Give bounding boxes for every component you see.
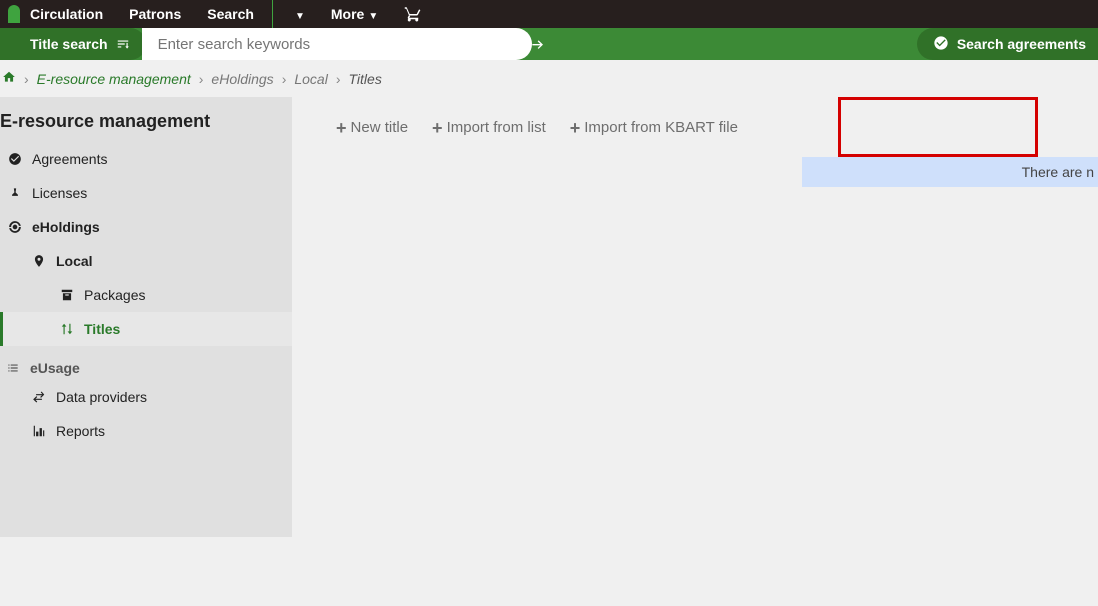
breadcrumb-separator: › <box>24 71 29 87</box>
breadcrumb-separator: › <box>199 71 204 87</box>
sidebar: E-resource management Agreements License… <box>0 97 292 537</box>
search-input[interactable] <box>158 36 517 53</box>
nav-circulation[interactable]: Circulation <box>30 6 103 22</box>
nav-divider <box>272 0 273 28</box>
top-nav: Circulation Patrons Search <box>30 6 254 22</box>
breadcrumb: › E-resource management › eHoldings › Lo… <box>0 60 1098 97</box>
sidebar-item-label: Titles <box>84 321 120 337</box>
sidebar-item-packages[interactable]: Packages <box>0 278 292 312</box>
breadcrumb-erm[interactable]: E-resource management <box>37 71 191 87</box>
cart-icon[interactable] <box>404 5 422 23</box>
sidebar-item-local[interactable]: Local <box>0 244 292 278</box>
sort-icon <box>60 322 74 336</box>
search-type-selector[interactable]: Title search <box>0 28 146 60</box>
sidebar-item-licenses[interactable]: Licenses <box>0 176 292 210</box>
sidebar-item-data-providers[interactable]: Data providers <box>0 380 292 414</box>
content-row: E-resource management Agreements License… <box>0 97 1098 537</box>
import-from-kbart-button[interactable]: + Import from KBART file <box>570 119 738 136</box>
button-label: New title <box>351 119 409 136</box>
sidebar-group-eusage: eUsage <box>0 346 292 380</box>
sidebar-item-label: Data providers <box>56 389 147 405</box>
logo-icon[interactable] <box>8 5 20 23</box>
breadcrumb-separator: › <box>336 71 341 87</box>
nav-dropdown-caret[interactable]: ▼ <box>291 6 305 22</box>
button-label: Import from KBART file <box>584 119 738 136</box>
location-icon <box>32 254 46 268</box>
search-bar: Title search Search agreements <box>0 28 1098 60</box>
sidebar-group-label: eUsage <box>30 360 80 376</box>
breadcrumb-eholdings[interactable]: eHoldings <box>211 71 273 87</box>
search-type-label: Title search <box>30 36 108 52</box>
sidebar-item-eholdings[interactable]: eHoldings <box>0 210 292 244</box>
sidebar-item-agreements[interactable]: Agreements <box>0 142 292 176</box>
target-icon <box>8 220 22 234</box>
list-icon <box>6 361 20 375</box>
main-panel: + New title + Import from list + Import … <box>292 97 1098 537</box>
sidebar-item-label: Reports <box>56 423 105 439</box>
pin-icon <box>8 186 22 200</box>
sidebar-item-label: Packages <box>84 287 145 303</box>
new-title-button[interactable]: + New title <box>336 119 408 136</box>
nav-more[interactable]: More▼ <box>331 6 378 22</box>
breadcrumb-titles: Titles <box>349 71 382 87</box>
home-icon[interactable] <box>2 70 16 87</box>
toolbar: + New title + Import from list + Import … <box>292 97 1098 158</box>
sidebar-item-label: Licenses <box>32 185 87 201</box>
sidebar-item-label: Local <box>56 253 93 269</box>
import-from-list-button[interactable]: + Import from list <box>432 119 546 136</box>
sidebar-item-titles[interactable]: Titles <box>0 312 292 346</box>
info-notice: There are n <box>802 157 1098 187</box>
sidebar-item-label: eHoldings <box>32 219 100 235</box>
search-input-wrapper <box>142 28 533 60</box>
check-circle-icon <box>933 35 949 54</box>
sidebar-item-label: Agreements <box>32 151 107 167</box>
top-nav-bar: Circulation Patrons Search ▼ More▼ <box>0 0 1098 28</box>
nav-patrons[interactable]: Patrons <box>129 6 181 22</box>
breadcrumb-local[interactable]: Local <box>294 71 327 87</box>
exchange-icon <box>32 390 46 404</box>
search-agreements-button[interactable]: Search agreements <box>917 28 1098 60</box>
chart-icon <box>32 424 46 438</box>
nav-search[interactable]: Search <box>207 6 254 22</box>
sort-icon <box>116 37 130 51</box>
button-label: Import from list <box>447 119 546 136</box>
breadcrumb-separator: › <box>282 71 287 87</box>
top-nav-right: ▼ More▼ <box>291 5 422 23</box>
notice-text: There are n <box>1022 164 1094 180</box>
sidebar-heading: E-resource management <box>0 97 292 142</box>
sidebar-item-reports[interactable]: Reports <box>0 414 292 448</box>
check-circle-icon <box>8 152 22 166</box>
search-agreements-label: Search agreements <box>957 36 1086 52</box>
archive-icon <box>60 288 74 302</box>
